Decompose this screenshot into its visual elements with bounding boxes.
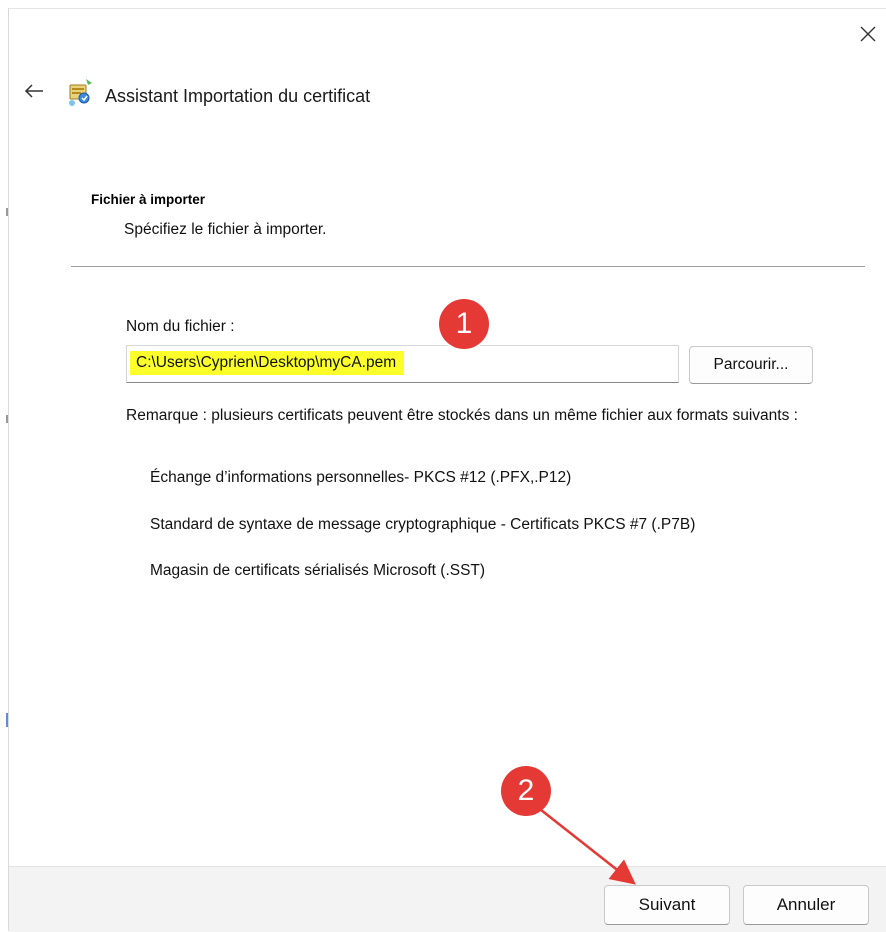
close-button[interactable]: [855, 21, 881, 47]
header-separator: [71, 266, 865, 267]
cancel-button[interactable]: Annuler: [743, 885, 869, 925]
back-arrow-icon: [24, 84, 43, 98]
format-item-sst: Magasin de certificats sérialisés Micros…: [150, 562, 486, 579]
format-item-pkcs12: Échange d’informations personnelles- PKC…: [150, 469, 572, 486]
next-button[interactable]: Suivant: [604, 885, 730, 925]
file-name-label: Nom du fichier :: [126, 318, 235, 335]
format-item-pkcs7: Standard de syntaxe de message cryptogra…: [150, 516, 696, 533]
file-name-value: C:\Users\Cyprien\Desktop\myCA.pem: [130, 351, 405, 375]
file-name-input[interactable]: C:\Users\Cyprien\Desktop\myCA.pem: [126, 345, 679, 383]
step-marker-2: 2: [501, 766, 551, 816]
back-button[interactable]: [22, 79, 46, 103]
wizard-title: Assistant Importation du certificat: [105, 86, 371, 106]
step-marker-1: 1: [439, 299, 489, 349]
close-icon: [860, 26, 876, 42]
certificate-import-wizard-window: Assistant Importation du certificat Fich…: [8, 8, 886, 932]
section-title: Fichier à importer: [91, 192, 206, 207]
remark-text: Remarque : plusieurs certificats peuvent…: [126, 407, 798, 424]
wizard-footer: Suivant Annuler: [9, 866, 886, 932]
browse-button[interactable]: Parcourir...: [689, 346, 813, 384]
certificate-wizard-icon: [69, 79, 92, 106]
section-subtitle: Spécifiez le fichier à importer.: [124, 221, 327, 238]
